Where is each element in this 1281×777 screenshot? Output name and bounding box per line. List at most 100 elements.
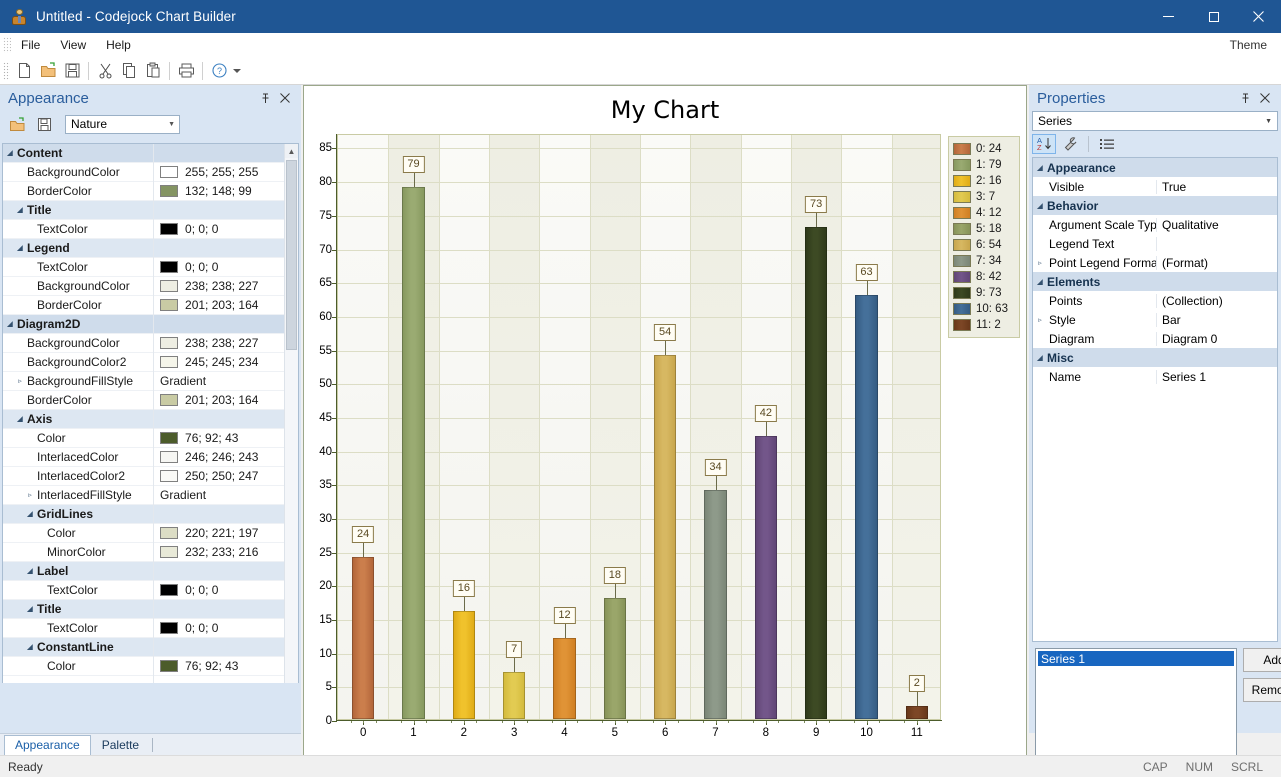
appearance-property-row[interactable]: TextColor 0; 0; 0 — [3, 220, 286, 239]
legend-item[interactable]: 1: 79 — [953, 157, 1015, 173]
properties-category-row[interactable]: ◢ Elements — [1033, 272, 1277, 291]
twisty-icon[interactable]: ◢ — [13, 206, 27, 214]
save-icon[interactable] — [60, 59, 84, 83]
property-value[interactable]: Gradient — [154, 374, 286, 388]
add-series-button[interactable]: Add — [1243, 648, 1281, 672]
twisty-icon[interactable]: ◢ — [13, 415, 27, 423]
twisty-icon[interactable]: ◢ — [1033, 202, 1047, 210]
appearance-property-row[interactable]: BackgroundColor 255; 255; 255 — [3, 163, 286, 182]
appearance-property-row[interactable]: InterlacedColor2 250; 250; 247 — [3, 467, 286, 486]
appearance-category-row[interactable]: ◢ Content — [3, 144, 286, 163]
appearance-property-row[interactable]: Color 220; 221; 197 — [3, 524, 286, 543]
twisty-icon[interactable]: ◢ — [3, 320, 17, 328]
chart-bar[interactable] — [352, 557, 375, 719]
properties-row[interactable]: Argument Scale Type Qualitative — [1033, 215, 1277, 234]
property-value[interactable]: Diagram 0 — [1157, 332, 1217, 346]
sort-alpha-icon[interactable]: AZ — [1032, 134, 1056, 154]
appearance-property-row[interactable]: BackgroundColor2 245; 245; 234 — [3, 353, 286, 372]
series-list-item[interactable]: Series 1 — [1038, 651, 1234, 666]
property-value[interactable]: 220; 221; 197 — [154, 526, 286, 540]
properties-category-row[interactable]: ◢ Misc — [1033, 348, 1277, 367]
twisty-icon[interactable]: ▹ — [23, 491, 37, 499]
appearance-property-row[interactable]: BackgroundColor 238; 238; 227 — [3, 334, 286, 353]
chart-bar[interactable] — [754, 436, 777, 719]
chart-canvas[interactable]: My Chart 0 5 10 15 20 25 30 35 40 45 50 55 60 65 70 75 8… — [303, 85, 1027, 756]
appearance-category-row[interactable]: ◢ GridLines — [3, 505, 286, 524]
appearance-property-row[interactable]: BorderColor 201; 203; 164 — [3, 391, 286, 410]
list-icon[interactable] — [1095, 134, 1119, 154]
legend-item[interactable]: 11: 2 — [953, 317, 1015, 333]
properties-row[interactable]: Points (Collection) — [1033, 291, 1277, 310]
property-value[interactable]: Series 1 — [1157, 370, 1206, 384]
plot-area[interactable]: 24 79 16 7 12 18 54 34 42 73 63 2 — [337, 134, 941, 720]
property-value[interactable]: 0; 0; 0 — [154, 621, 286, 635]
appearance-property-row[interactable]: MinorColor 232; 233; 216 — [3, 543, 286, 562]
paste-icon[interactable] — [141, 59, 165, 83]
appearance-grid-splitter[interactable] — [153, 144, 154, 767]
property-value[interactable]: 76; 92; 43 — [154, 431, 286, 445]
appearance-category-row[interactable]: ◢ Title — [3, 201, 286, 220]
property-value[interactable]: 232; 233; 216 — [154, 545, 286, 559]
minimize-button[interactable] — [1146, 0, 1191, 33]
property-value[interactable]: Gradient — [154, 488, 286, 502]
properties-category-row[interactable]: ◢ Appearance — [1033, 158, 1277, 177]
legend-item[interactable]: 2: 16 — [953, 173, 1015, 189]
twisty-icon[interactable]: ◢ — [1033, 278, 1047, 286]
copy-icon[interactable] — [117, 59, 141, 83]
property-value[interactable]: 0; 0; 0 — [154, 260, 286, 274]
property-value[interactable]: 238; 238; 227 — [154, 336, 286, 350]
object-selector-combo[interactable]: Series ▼ — [1032, 111, 1278, 131]
appearance-category-row[interactable]: ◢ Title — [3, 600, 286, 619]
property-value[interactable]: (Collection) — [1157, 294, 1223, 308]
property-value[interactable]: True — [1157, 180, 1186, 194]
twisty-icon[interactable]: ▹ — [1033, 316, 1047, 324]
appearance-property-row[interactable]: BorderColor 132; 148; 99 — [3, 182, 286, 201]
scroll-up-icon[interactable]: ▲ — [285, 144, 298, 158]
chart-bar[interactable] — [603, 597, 626, 719]
twisty-icon[interactable]: ◢ — [13, 244, 27, 252]
chart-legend[interactable]: 0: 24 1: 79 2: 16 3: 7 4: 12 5: 18 6: 54 7: 34 8… — [948, 136, 1020, 338]
property-value[interactable]: 201; 203; 164 — [154, 393, 286, 407]
legend-item[interactable]: 8: 42 — [953, 269, 1015, 285]
legend-item[interactable]: 0: 24 — [953, 141, 1015, 157]
properties-category-row[interactable]: ◢ Behavior — [1033, 196, 1277, 215]
properties-row[interactable]: Diagram Diagram 0 — [1033, 329, 1277, 348]
legend-item[interactable]: 4: 12 — [953, 205, 1015, 221]
chart-bar[interactable] — [805, 227, 828, 719]
close-icon[interactable] — [1257, 90, 1273, 106]
twisty-icon[interactable]: ◢ — [1033, 354, 1047, 362]
appearance-category-row[interactable]: ◢ ConstantLine — [3, 638, 286, 657]
property-value[interactable]: 132; 148; 99 — [154, 184, 286, 198]
help-dropdown-icon[interactable] — [231, 59, 243, 83]
chart-bar[interactable] — [704, 490, 727, 719]
legend-item[interactable]: 9: 73 — [953, 285, 1015, 301]
property-value[interactable]: Bar — [1157, 313, 1181, 327]
maximize-button[interactable] — [1191, 0, 1236, 33]
property-value[interactable]: (Format) — [1157, 256, 1208, 270]
property-value[interactable]: 238; 238; 227 — [154, 279, 286, 293]
appearance-category-row[interactable]: ◢ Axis — [3, 410, 286, 429]
appearance-property-row[interactable]: TextColor 0; 0; 0 — [3, 619, 286, 638]
twisty-icon[interactable]: ◢ — [23, 643, 37, 651]
scrollbar-thumb[interactable] — [286, 160, 297, 350]
close-button[interactable] — [1236, 0, 1281, 33]
legend-item[interactable]: 5: 18 — [953, 221, 1015, 237]
chart-bar[interactable] — [905, 705, 928, 719]
property-value[interactable]: 0; 0; 0 — [154, 222, 286, 236]
pin-icon[interactable] — [257, 90, 273, 106]
chart-bar[interactable] — [402, 186, 425, 719]
appearance-property-row[interactable]: Color 76; 92; 43 — [3, 657, 286, 676]
legend-item[interactable]: 3: 7 — [953, 189, 1015, 205]
appearance-category-row[interactable]: ◢ Label — [3, 562, 286, 581]
appearance-category-row[interactable]: ◢ Diagram2D — [3, 315, 286, 334]
appearance-property-row[interactable]: ▹ BackgroundFillStyle Gradient — [3, 372, 286, 391]
twisty-icon[interactable]: ◢ — [23, 510, 37, 518]
twisty-icon[interactable]: ◢ — [23, 567, 37, 575]
twisty-icon[interactable]: ▹ — [13, 377, 27, 385]
legend-item[interactable]: 7: 34 — [953, 253, 1015, 269]
appearance-property-row[interactable]: BackgroundColor 238; 238; 227 — [3, 277, 286, 296]
cut-icon[interactable] — [93, 59, 117, 83]
help-icon[interactable]: ? — [207, 59, 231, 83]
twisty-icon[interactable]: ◢ — [1033, 164, 1047, 172]
property-value[interactable]: 246; 246; 243 — [154, 450, 286, 464]
